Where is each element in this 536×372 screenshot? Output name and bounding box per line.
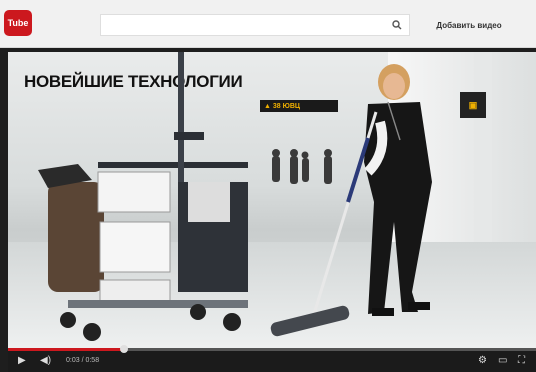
time-display: 0:03 / 0:58 [66,357,100,364]
youtube-logo[interactable]: Tube [4,10,32,36]
progress-bar[interactable] [8,345,536,353]
volume-icon[interactable]: ◀) [40,355,51,366]
progress-fill [8,348,125,351]
fullscreen-icon[interactable]: ⛶ [518,355,525,366]
search-icon[interactable] [384,14,410,36]
video-scene [38,52,432,341]
search-input[interactable] [100,14,410,36]
cleaning-cart [38,52,248,341]
cleaner-woman [364,64,432,316]
mop [270,111,378,337]
settings-icon[interactable]: ⚙ [478,355,487,366]
player-controls: ▶ ◀) 0:03 / 0:58 ⚙ ▭ ⛶ [8,345,536,372]
upload-button[interactable]: Добавить видео [424,14,514,36]
scrub-handle[interactable] [120,345,129,353]
captions-icon[interactable]: ▭ [498,355,507,366]
distant-people [272,149,332,184]
video-player[interactable]: НОВЕЙШИЕ ТЕХНОЛОГИИ ▲ 38 ЮВЦ ▣ [8,52,536,348]
top-bar: Tube Добавить видео [0,0,536,48]
play-icon[interactable]: ▶ [18,355,26,366]
